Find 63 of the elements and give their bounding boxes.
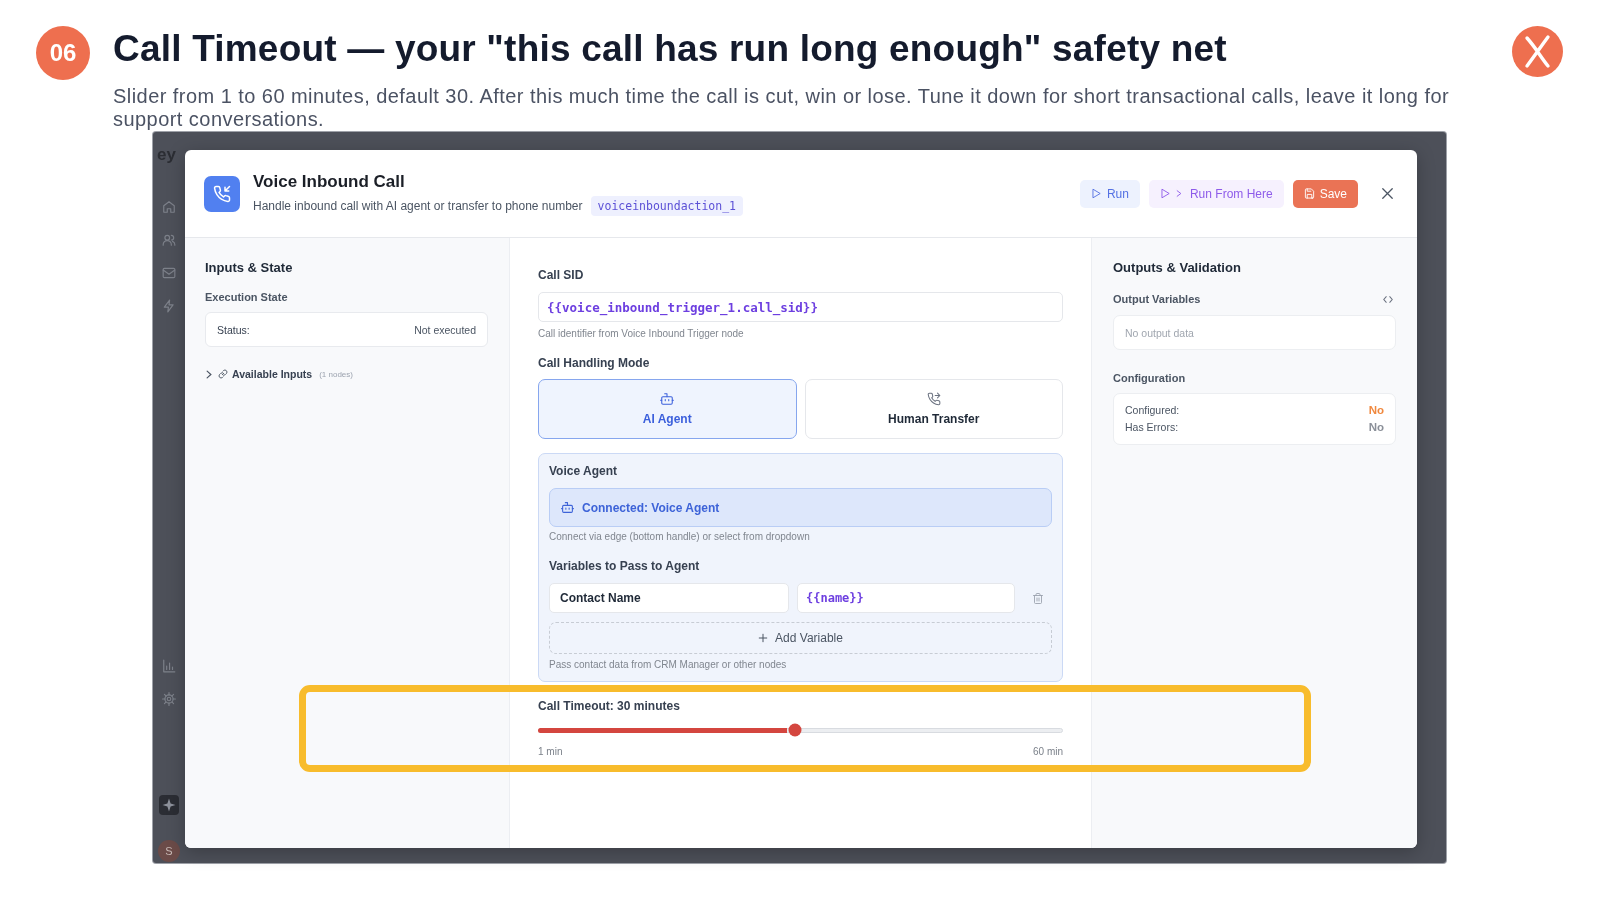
dialog-title: Voice Inbound Call bbox=[253, 171, 406, 193]
robot-icon bbox=[561, 501, 574, 514]
dialog-description: Handle inbound call with AI agent or transfer to phone number bbox=[253, 199, 583, 213]
sparkle-icon[interactable] bbox=[159, 795, 179, 815]
field-label: Variables to Pass to Agent bbox=[549, 558, 701, 574]
call-sid-field[interactable]: {{voice_inbound_trigger_1.call_sid}} bbox=[538, 292, 1063, 322]
slider-max-label: 60 min bbox=[1033, 745, 1063, 759]
gear-icon[interactable] bbox=[162, 692, 176, 706]
field-hint: Call identifier from Voice Inbound Trigger node bbox=[538, 327, 745, 341]
bolt-icon[interactable] bbox=[162, 299, 176, 313]
field-label: Voice Agent bbox=[549, 463, 618, 479]
slide-subtitle: Slider from 1 to 60 minutes, default 30. After this much time the call is cut, win or lose. Tune it down for short transactional calls, leave it long for support conversations. bbox=[113, 85, 1451, 131]
close-icon[interactable] bbox=[1382, 188, 1393, 199]
users-icon[interactable] bbox=[162, 233, 176, 247]
link-icon bbox=[218, 369, 228, 379]
check-label: Has Errors: bbox=[1125, 420, 1179, 435]
slider-handle[interactable] bbox=[788, 723, 802, 737]
variable-value-field[interactable]: {{name}} bbox=[797, 583, 1015, 613]
bar-chart-icon[interactable] bbox=[162, 659, 176, 673]
phone-forward-icon bbox=[926, 392, 941, 406]
check-value: No bbox=[1368, 420, 1384, 435]
check-label: Configured: bbox=[1125, 403, 1180, 418]
trash-icon[interactable] bbox=[1031, 591, 1044, 605]
section-label: Output Variables bbox=[1113, 292, 1201, 306]
status-value: Not executed bbox=[414, 323, 476, 336]
status-label: Status: bbox=[217, 323, 250, 336]
panel-title: Inputs & State bbox=[205, 259, 294, 277]
logo-icon bbox=[1512, 26, 1563, 77]
run-button[interactable]: Run bbox=[1079, 179, 1140, 208]
chevron-right-icon bbox=[1175, 188, 1182, 199]
mail-icon[interactable] bbox=[162, 266, 176, 280]
step-badge: 06 bbox=[36, 26, 90, 80]
save-icon bbox=[1303, 188, 1315, 199]
timeout-label: Call Timeout: 30 minutes bbox=[538, 698, 681, 714]
check-value: No bbox=[1368, 403, 1384, 418]
connection-text: Connected: Voice Agent bbox=[582, 500, 720, 515]
plus-icon bbox=[758, 633, 769, 643]
play-icon bbox=[1159, 188, 1171, 199]
code-icon[interactable] bbox=[1383, 295, 1393, 303]
play-icon bbox=[1090, 188, 1102, 199]
field-label: Call Handling Mode bbox=[538, 355, 651, 371]
inputs-count: (1 nodes) bbox=[319, 369, 353, 379]
available-inputs-toggle[interactable]: Available Inputs bbox=[232, 368, 313, 380]
phone-incoming-icon bbox=[204, 175, 240, 212]
run-from-here-button[interactable]: Run From Here bbox=[1148, 179, 1284, 208]
section-label: Configuration bbox=[1113, 371, 1187, 385]
panel-title: Outputs & Validation bbox=[1113, 259, 1242, 277]
slide-title: Call Timeout — your "this call has run long enough" safety net bbox=[113, 27, 1228, 71]
chevron-right-icon[interactable] bbox=[206, 369, 212, 379]
user-avatar[interactable]: S bbox=[158, 840, 180, 862]
section-label: Execution State bbox=[205, 290, 289, 304]
node-id-tag: voiceinboundaction_1 bbox=[590, 196, 744, 216]
field-label: Call SID bbox=[538, 267, 585, 283]
ai-agent-option[interactable]: AI Agent bbox=[538, 379, 797, 439]
variable-name-field[interactable]: Contact Name bbox=[549, 583, 789, 613]
home-icon[interactable] bbox=[162, 200, 176, 214]
field-hint: Pass contact data from CRM Manager or other nodes bbox=[549, 658, 788, 672]
robot-icon bbox=[660, 392, 675, 406]
field-hint: Connect via edge (bottom handle) or select from dropdown bbox=[549, 530, 811, 544]
add-variable-button[interactable]: Add Variable bbox=[549, 622, 1052, 654]
empty-output-text: No output data bbox=[1125, 326, 1194, 339]
slider-min-label: 1 min bbox=[538, 745, 563, 759]
human-transfer-option[interactable]: Human Transfer bbox=[804, 379, 1063, 439]
